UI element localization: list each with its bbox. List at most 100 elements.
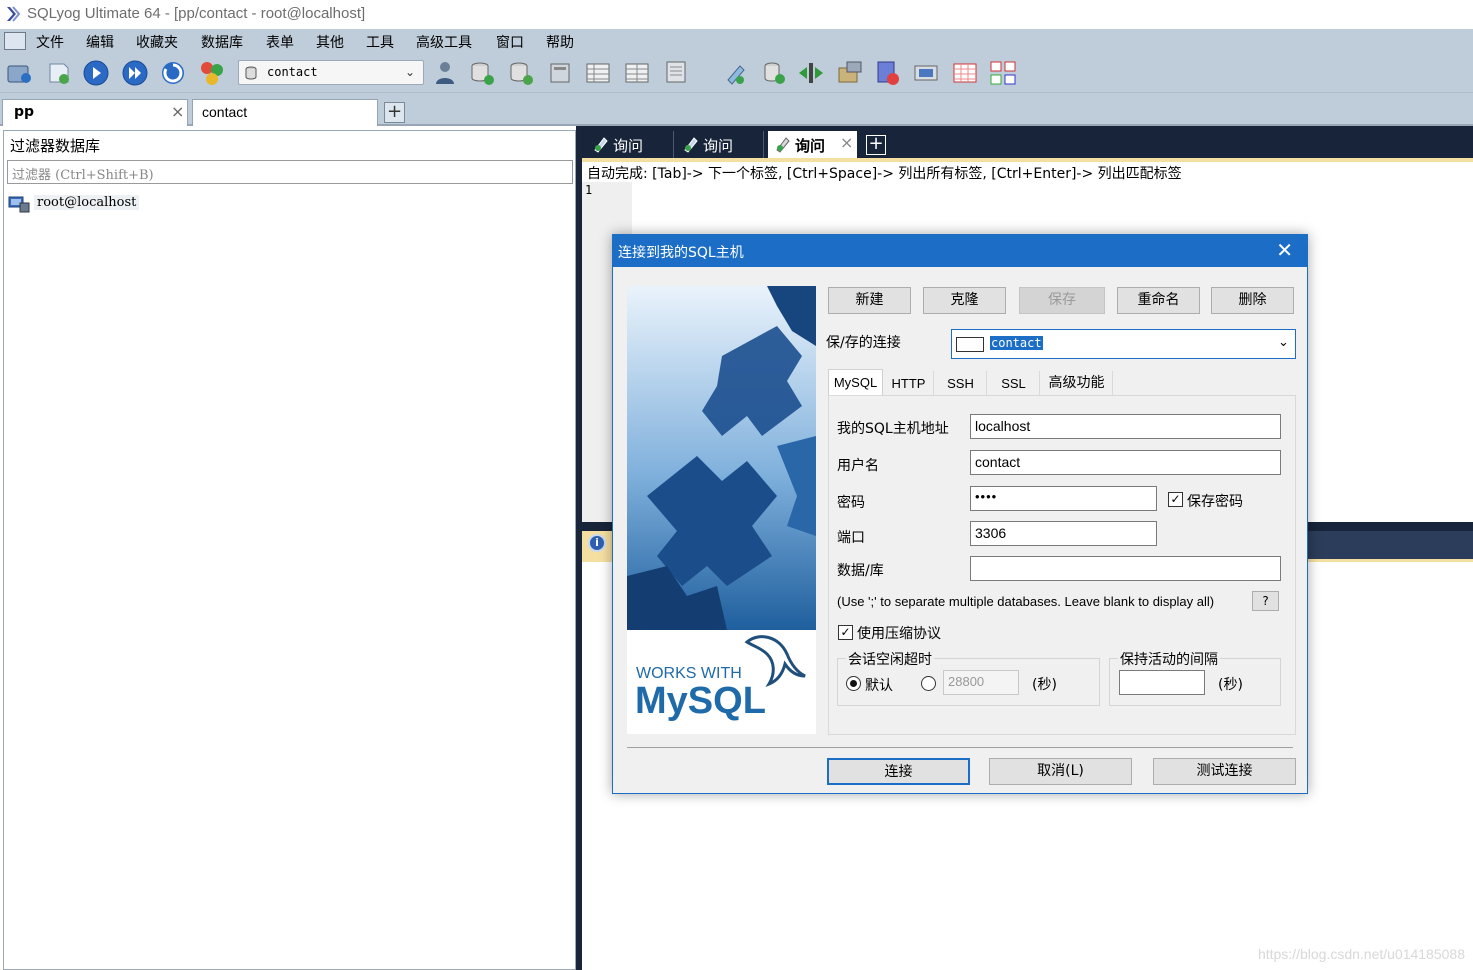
default-timeout-radio[interactable] [846, 676, 861, 691]
query-tab-2[interactable]: 询问 [676, 131, 764, 158]
menu-tools[interactable]: 工具 [366, 32, 394, 52]
dialog-title: 连接到我的SQL主机 [618, 245, 744, 261]
execute-all-icon[interactable] [120, 58, 150, 88]
close-icon[interactable]: ✕ [1276, 238, 1293, 262]
object-browser: 过滤器数据库 过滤器 (Ctrl+Shift+B) root@localhost [3, 130, 576, 970]
database-selector[interactable]: contact ⌄ [238, 60, 424, 85]
port-input[interactable]: 3306 [970, 521, 1157, 546]
session-timeout-unit: (秒) [1032, 677, 1057, 693]
query-tab-icon [776, 137, 790, 153]
clone-button[interactable]: 克隆 [923, 287, 1006, 314]
query-tab-1[interactable]: 询问 [586, 131, 674, 158]
execute-query-icon[interactable] [81, 58, 111, 88]
password-input[interactable]: •••• [970, 486, 1157, 511]
menu-favorites[interactable]: 收藏夹 [136, 32, 178, 52]
menu-table[interactable]: 表单 [266, 32, 294, 52]
new-connection-icon[interactable] [4, 58, 34, 88]
saved-connection-value: contact [990, 336, 1043, 350]
menu-window[interactable]: 窗口 [496, 32, 524, 52]
migration-icon[interactable] [835, 58, 865, 88]
menu-advanced-tools[interactable]: 高级工具 [416, 32, 472, 52]
session-timeout-title: 会话空闲超时 [846, 649, 934, 669]
host-label: 我的SQL主机地址 [837, 421, 949, 437]
menu-bar: 文件 编辑 收藏夹 数据库 表单 其他 工具 高级工具 窗口 帮助 [0, 29, 1473, 53]
db-sync-icon[interactable] [759, 58, 789, 88]
info-icon[interactable]: i [588, 534, 606, 552]
query-tab-3-active[interactable]: 询问 × [768, 131, 857, 158]
compress-protocol-checkbox[interactable]: ✓ [838, 625, 853, 640]
connection-tab-label: contact [202, 104, 248, 120]
schema-sync-icon[interactable] [796, 58, 826, 88]
rename-button[interactable]: 重命名 [1117, 287, 1200, 314]
filter-placeholder: 过滤器 (Ctrl+Shift+B) [12, 168, 154, 183]
backup-icon[interactable] [545, 58, 575, 88]
connection-tab-bar: pp × contact + [0, 93, 1473, 126]
keepalive-unit: (秒) [1218, 677, 1243, 693]
query-tab-label: 询问 [795, 137, 826, 155]
save-password-checkbox[interactable]: ✓ [1168, 492, 1183, 507]
tab-mysql[interactable]: MySQL [828, 369, 883, 396]
database-icon [245, 66, 257, 80]
add-connection-tab-button[interactable]: + [384, 102, 405, 123]
table-schema-icon[interactable] [622, 58, 652, 88]
connection-tab-pp[interactable]: pp × [2, 99, 188, 126]
help-button[interactable]: ? [1252, 591, 1279, 611]
menu-file[interactable]: 文件 [36, 32, 64, 52]
user-manager-icon[interactable] [430, 58, 460, 88]
new-button[interactable]: 新建 [828, 287, 911, 314]
refresh-icon[interactable] [159, 58, 189, 88]
table-export-icon[interactable] [661, 58, 691, 88]
close-tab-icon[interactable]: × [840, 133, 853, 152]
system-menu-icon[interactable] [4, 32, 26, 50]
query-tab-label: 询问 [703, 137, 734, 155]
import-db-icon[interactable] [467, 58, 497, 88]
menu-database[interactable]: 数据库 [201, 32, 243, 52]
custom-timeout-radio[interactable] [921, 676, 936, 691]
copy-db-icon[interactable] [506, 58, 536, 88]
connect-button[interactable]: 连接 [827, 758, 970, 785]
menu-edit[interactable]: 编辑 [86, 32, 114, 52]
add-query-tab-button[interactable]: + [866, 135, 886, 155]
mysql-tab-panel: 我的SQL主机地址 localhost 用户名 contact 密码 •••• … [828, 395, 1296, 735]
table-data-icon[interactable] [583, 58, 613, 88]
table-diagnostics-icon[interactable] [950, 58, 980, 88]
delete-button[interactable]: 删除 [1211, 287, 1294, 314]
keepalive-title: 保持活动的间隔 [1118, 649, 1220, 669]
tab-advanced[interactable]: 高级功能 [1041, 371, 1113, 396]
database-label: 数据/库 [837, 563, 884, 579]
sql-tools-icon[interactable] [720, 58, 750, 88]
new-query-icon[interactable] [44, 58, 74, 88]
schema-designer-grid-icon[interactable] [988, 58, 1018, 88]
database-selector-value: contact [267, 65, 318, 79]
query-tab-icon [594, 137, 608, 153]
test-connection-button[interactable]: 测试连接 [1153, 758, 1296, 785]
tab-http[interactable]: HTTP [884, 371, 934, 396]
save-button[interactable]: 保存 [1019, 287, 1105, 314]
filter-input[interactable]: 过滤器 (Ctrl+Shift+B) [7, 160, 573, 184]
dialog-separator [627, 747, 1293, 748]
saved-connections-select[interactable]: contact ⌄ [951, 329, 1296, 359]
saved-connections-label: 保/存的连接 [826, 335, 901, 351]
connection-tab-contact[interactable]: contact [192, 99, 378, 126]
default-timeout-label: 默认 [865, 678, 893, 694]
tab-ssh[interactable]: SSH [935, 371, 987, 396]
notifications-icon[interactable] [911, 58, 941, 88]
tab-ssl[interactable]: SSL [988, 371, 1040, 396]
color-swatch [956, 337, 984, 352]
schema-designer-icon[interactable] [197, 58, 227, 88]
chevron-down-icon: ⌄ [1278, 335, 1289, 350]
host-input[interactable]: localhost [970, 414, 1281, 439]
connect-dialog: 连接到我的SQL主机 ✕ WORKS WITH MySQL 新建 克隆 保存 重… [612, 234, 1308, 794]
works-with-mysql-logo: WORKS WITH MySQL [627, 630, 816, 734]
cancel-button[interactable]: 取消(L) [989, 758, 1132, 785]
menu-help[interactable]: 帮助 [546, 32, 574, 52]
dolphin-icon [744, 635, 806, 688]
keepalive-input[interactable] [1119, 670, 1205, 695]
scheduled-jobs-icon[interactable] [872, 58, 902, 88]
custom-timeout-input[interactable]: 28800 [943, 670, 1019, 695]
menu-others[interactable]: 其他 [316, 32, 344, 52]
database-input[interactable] [970, 556, 1281, 581]
password-label: 密码 [837, 495, 865, 511]
username-input[interactable]: contact [970, 450, 1281, 475]
close-tab-icon[interactable]: × [171, 102, 184, 121]
